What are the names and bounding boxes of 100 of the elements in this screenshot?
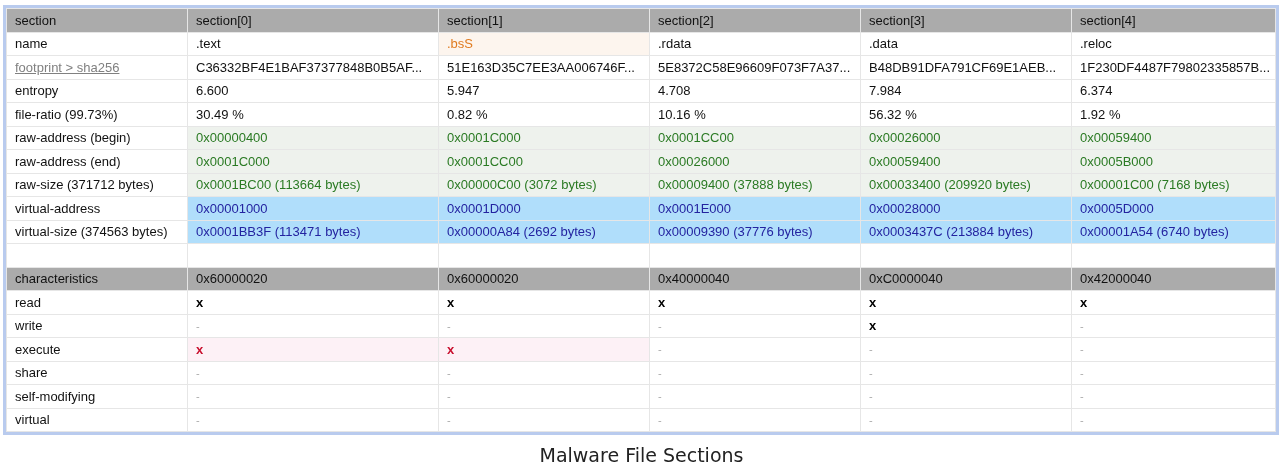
table-cell: 0x0001CC00 [649, 126, 861, 150]
table-cell: C36332BF4E1BAF37377848B0B5AF... [187, 55, 439, 79]
table-cell: 0x00059400 [1071, 126, 1276, 150]
table-cell: 0x0001D000 [438, 196, 650, 220]
table-cell: 0x0005D000 [1071, 196, 1276, 220]
table-cell: 51E163D35C7EE3AA006746F... [438, 55, 650, 79]
table-cell: 4.708 [649, 79, 861, 103]
row-label: execute [15, 341, 61, 357]
table-cell: 7.984 [860, 79, 1072, 103]
table-cell: 0x0003437C (213884 bytes) [860, 220, 1072, 244]
table-cell: x [860, 290, 1072, 314]
table-cell: x [649, 290, 861, 314]
table-cell: - [860, 408, 1072, 432]
row-label: name [15, 36, 48, 51]
table-cell: 0x00026000 [649, 149, 861, 173]
column-header: 0xC0000040 [860, 267, 1072, 291]
table-cell: 30.49 % [187, 102, 439, 126]
table-cell: - [438, 408, 650, 432]
table-cell: 5E8372C58E96609F073F7A37... [649, 55, 861, 79]
row-label: entropy [15, 83, 59, 98]
row-label: self-modifying [15, 388, 96, 404]
table-cell: - [1071, 384, 1276, 408]
table-cell: 0x00001A54 (6740 bytes) [1071, 220, 1276, 244]
row-label: raw-size (371712 bytes) [15, 177, 154, 192]
table-cell: .data [860, 32, 1072, 56]
table-cell: - [187, 384, 439, 408]
column-header: 0x42000040 [1071, 267, 1276, 291]
table-cell: - [438, 361, 650, 385]
column-header: 0x60000020 [187, 267, 439, 291]
row-label: virtual-size (374563 bytes) [15, 224, 168, 239]
column-header: section[2] [649, 8, 861, 32]
table-cell: B48DB91DFA791CF69E1AEB... [860, 55, 1072, 79]
table-cell: x [187, 337, 439, 361]
table-cell: - [438, 314, 650, 338]
table-cell: - [649, 361, 861, 385]
table-cell: 0.82 % [438, 102, 650, 126]
table-cell: - [649, 408, 861, 432]
table-cell: .text [187, 32, 439, 56]
table-cell: 0x00009400 (37888 bytes) [649, 173, 861, 197]
table-cell: x [438, 337, 650, 361]
table-cell: .reloc [1071, 32, 1276, 56]
header-label: section [15, 12, 57, 28]
table-cell: - [1071, 314, 1276, 338]
table-cell: - [649, 314, 861, 338]
table-cell: 0x0001BB3F (113471 bytes) [187, 220, 439, 244]
table-cell: 0x00001000 [187, 196, 439, 220]
table-cell: - [860, 361, 1072, 385]
table-cell: - [1071, 337, 1276, 361]
table-cell: .rdata [649, 32, 861, 56]
row-label: virtual-address [15, 200, 101, 216]
table-cell: - [187, 314, 439, 338]
table-cell: 0x0001C000 [438, 126, 650, 150]
row-label: read [15, 294, 42, 310]
table-cell: 0x00026000 [860, 126, 1072, 150]
table-cell: 0x0001E000 [649, 196, 861, 220]
table-cell: - [187, 408, 439, 432]
table-cell: - [649, 384, 861, 408]
header-label: characteristics [15, 271, 99, 286]
table-cell: 0x00028000 [860, 196, 1072, 220]
table-cell: 5.947 [438, 79, 650, 103]
table-cell: - [187, 361, 439, 385]
column-header: 0x40000040 [649, 267, 861, 291]
row-label: virtual [15, 412, 50, 427]
table-cell: 0x0001CC00 [438, 149, 650, 173]
table-cell: 6.374 [1071, 79, 1276, 103]
table-cell: 56.32 % [860, 102, 1072, 126]
table-cell: 0x00009390 (37776 bytes) [649, 220, 861, 244]
column-header: section[4] [1071, 8, 1276, 32]
column-header: section[0] [187, 8, 439, 32]
row-label: raw-address (begin) [15, 130, 131, 145]
table-cell: 0x00033400 (209920 bytes) [860, 173, 1072, 197]
table-cell: 0x00001C00 (7168 bytes) [1071, 173, 1276, 197]
table-cell: 0x00059400 [860, 149, 1072, 173]
row-label: raw-address (end) [15, 153, 121, 169]
table-cell: 0x00000400 [187, 126, 439, 150]
row-label: file-ratio (99.73%) [15, 106, 118, 122]
column-header: 0x60000020 [438, 267, 650, 291]
table-cell: - [860, 384, 1072, 408]
table-cell: - [1071, 408, 1276, 432]
table-cell: 6.600 [187, 79, 439, 103]
table-cell: 0x0001BC00 (113664 bytes) [187, 173, 439, 197]
figure-caption: Malware File Sections [539, 443, 744, 465]
table-cell: x [187, 290, 439, 314]
column-header: section[3] [860, 8, 1072, 32]
row-label: write [15, 318, 43, 333]
row-label: share [15, 365, 48, 380]
table-cell: .bsS [438, 32, 650, 56]
table-cell: 0x0001C000 [187, 149, 439, 173]
table-cell: - [649, 337, 861, 361]
table-cell: x [1071, 290, 1276, 314]
table-cell: 0x00000C00 (3072 bytes) [438, 173, 650, 197]
table-cell: - [860, 337, 1072, 361]
table-cell: - [438, 384, 650, 408]
table-cell: x [860, 314, 1072, 338]
table-cell: 10.16 % [649, 102, 861, 126]
table-cell: 0x0005B000 [1071, 149, 1276, 173]
table-cell: 1.92 % [1071, 102, 1276, 126]
table-cell: 0x00000A84 (2692 bytes) [438, 220, 650, 244]
column-header: section[1] [438, 8, 650, 32]
table-cell: x [438, 290, 650, 314]
